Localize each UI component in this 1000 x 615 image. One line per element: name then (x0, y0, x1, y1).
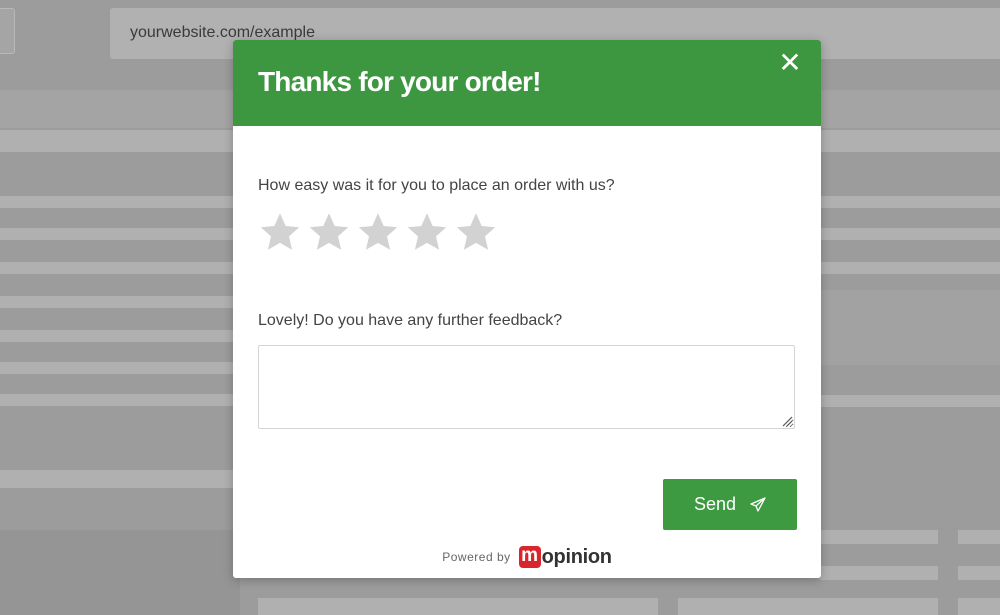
star-3-icon[interactable] (356, 210, 405, 258)
bg-line (958, 530, 1000, 544)
feedback-textarea[interactable] (258, 345, 795, 429)
mopinion-logo-mark: m (518, 546, 541, 568)
bg-line (0, 262, 240, 274)
bg-line (820, 262, 1000, 274)
bg-line (820, 530, 938, 544)
feedback-question: Lovely! Do you have any further feedback… (258, 312, 563, 329)
bg-line (820, 130, 1000, 152)
modal-title: Thanks for your order! (258, 66, 541, 97)
star-2-icon[interactable] (307, 210, 356, 258)
modal-header: Thanks for your order! ✕ (233, 40, 821, 126)
bg-line (0, 362, 240, 374)
bg-line (0, 228, 240, 240)
bg-line (958, 566, 1000, 580)
bg-line (820, 196, 1000, 208)
bg-line (678, 598, 938, 615)
bg-line (0, 130, 240, 152)
bg-line (258, 598, 658, 615)
bg-line (0, 330, 240, 342)
send-button-label: Send (693, 494, 737, 514)
bg-line (0, 196, 240, 208)
resize-grip-icon[interactable] (781, 414, 793, 427)
bg-line (0, 470, 240, 488)
mopinion-logo[interactable]: m opinion (518, 545, 612, 569)
close-button[interactable]: ✕ (777, 47, 803, 78)
star-rating (258, 210, 503, 258)
bg-line (820, 566, 938, 580)
bg-line (0, 394, 240, 406)
rating-question: How easy was it for you to place an orde… (258, 177, 615, 194)
bg-line (820, 228, 1000, 240)
bg-block (0, 530, 240, 615)
star-4-icon[interactable] (405, 210, 454, 258)
feedback-modal: Thanks for your order! ✕ How easy was it… (233, 40, 821, 578)
star-1-icon[interactable] (258, 210, 307, 258)
bg-block (820, 290, 1000, 365)
send-button[interactable]: Send (663, 479, 797, 530)
bg-line (958, 598, 1000, 615)
paper-plane-icon (750, 496, 766, 513)
bg-line (820, 395, 1000, 407)
powered-by-text: Powered by (442, 550, 511, 564)
bg-line (0, 296, 240, 308)
close-icon: ✕ (778, 47, 802, 78)
browser-back-button[interactable] (0, 8, 15, 54)
mopinion-logo-text: opinion (541, 545, 612, 568)
star-5-icon[interactable] (454, 210, 503, 258)
powered-by-footer: Powered by m opinion (233, 542, 821, 572)
